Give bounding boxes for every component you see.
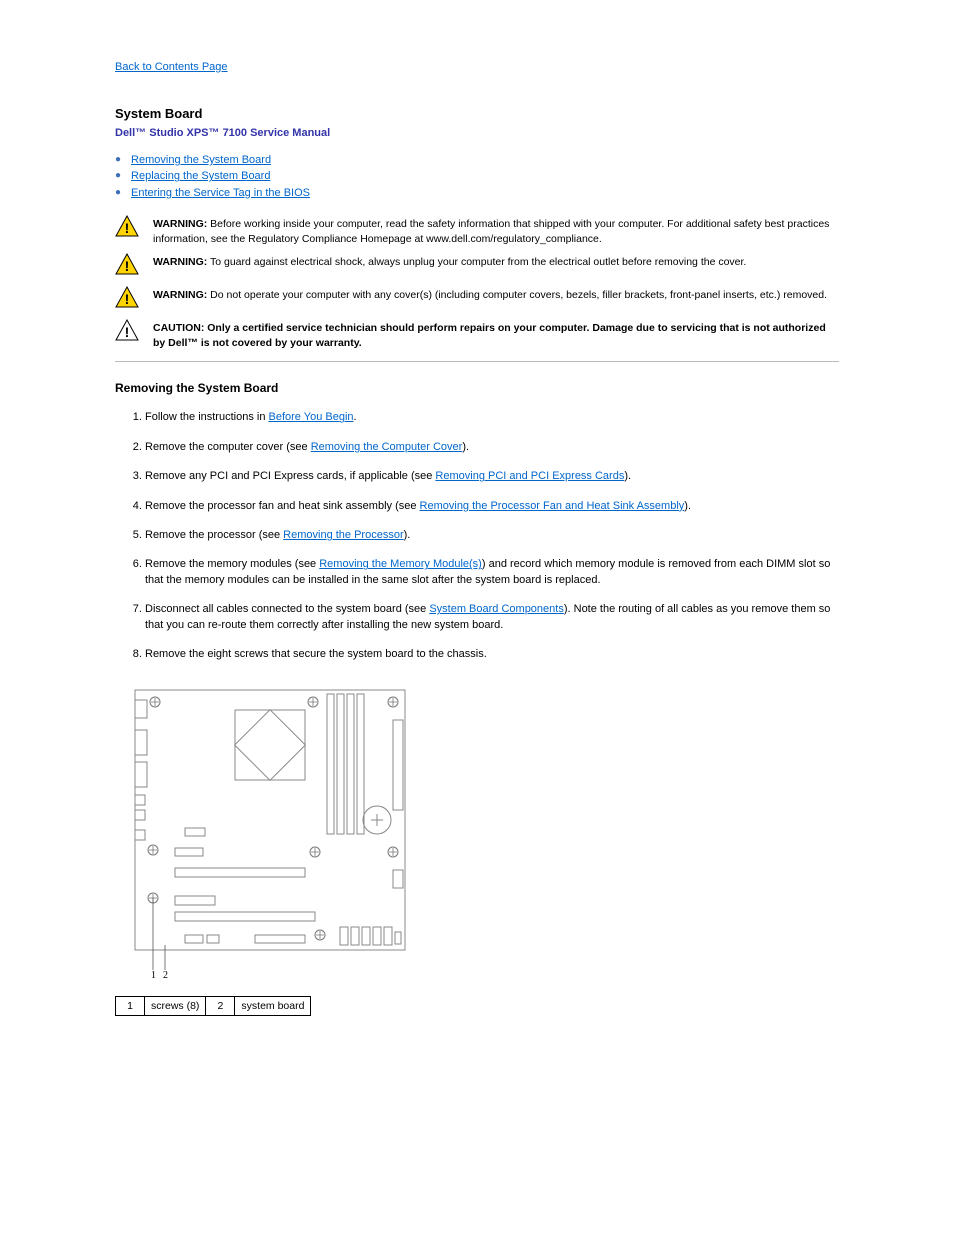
alert-text: CAUTION: Only a certified service techni… (153, 319, 839, 350)
page-title: System Board (115, 105, 839, 123)
part-label: screws (8) (145, 996, 206, 1016)
svg-text:!: ! (125, 291, 130, 307)
alert-text: WARNING: Do not operate your computer wi… (153, 286, 827, 303)
caution-icon: ! (115, 319, 143, 346)
toc-item[interactable]: Entering the Service Tag in the BIOS (131, 187, 310, 199)
part-index: 2 (206, 996, 235, 1016)
step-item: Remove any PCI and PCI Express cards, if… (145, 469, 839, 484)
step-item: Remove the memory modules (see Removing … (145, 557, 839, 588)
svg-text:!: ! (125, 258, 130, 274)
manual-name: Dell™ Studio XPS™ 7100 Service Manual (115, 126, 839, 141)
svg-text:!: ! (125, 220, 130, 236)
warning-icon: ! (115, 253, 143, 280)
toc-item[interactable]: Replacing the System Board (131, 170, 270, 182)
step-item: Remove the eight screws that secure the … (145, 647, 839, 662)
parts-table: 1 screws (8) 2 system board (115, 996, 311, 1017)
warning-alert: ! WARNING: Before working inside your co… (115, 215, 839, 246)
alert-text: WARNING: Before working inside your comp… (153, 215, 839, 246)
step-link[interactable]: Removing the Processor (283, 529, 403, 541)
back-link[interactable]: Back to Contents Page (115, 60, 839, 75)
warning-icon: ! (115, 286, 143, 313)
svg-text:1: 1 (151, 970, 156, 980)
step-item: Follow the instructions in Before You Be… (145, 410, 839, 425)
section-heading: Removing the System Board (115, 380, 839, 397)
step-item: Remove the computer cover (see Removing … (145, 440, 839, 455)
alert-text: WARNING: To guard against electrical sho… (153, 253, 746, 270)
step-item: Remove the processor fan and heat sink a… (145, 499, 839, 514)
step-link[interactable]: Removing the Processor Fan and Heat Sink… (420, 500, 685, 512)
step-item: Disconnect all cables connected to the s… (145, 602, 839, 633)
warning-icon: ! (115, 215, 143, 242)
step-link[interactable]: Removing the Computer Cover (311, 441, 463, 453)
caution-alert: ! CAUTION: Only a certified service tech… (115, 319, 839, 350)
svg-text:!: ! (125, 324, 130, 340)
warning-alert: ! WARNING: To guard against electrical s… (115, 253, 839, 280)
step-link[interactable]: Before You Begin (269, 411, 354, 423)
svg-text:2: 2 (163, 970, 168, 980)
step-link[interactable]: Removing the Memory Module(s) (319, 558, 482, 570)
table-row: 1 screws (8) 2 system board (116, 996, 311, 1016)
step-link[interactable]: System Board Components (429, 603, 564, 615)
divider (115, 361, 839, 362)
step-item: Remove the processor (see Removing the P… (145, 528, 839, 543)
toc-item[interactable]: Removing the System Board (131, 154, 271, 166)
warning-alert: ! WARNING: Do not operate your computer … (115, 286, 839, 313)
part-index: 1 (116, 996, 145, 1016)
system-board-figure: 1 2 (115, 680, 839, 985)
part-label: system board (235, 996, 311, 1016)
steps-list: Follow the instructions in Before You Be… (145, 410, 839, 662)
step-link[interactable]: Removing PCI and PCI Express Cards (435, 470, 624, 482)
toc-list: Removing the System Board Replacing the … (115, 153, 839, 201)
